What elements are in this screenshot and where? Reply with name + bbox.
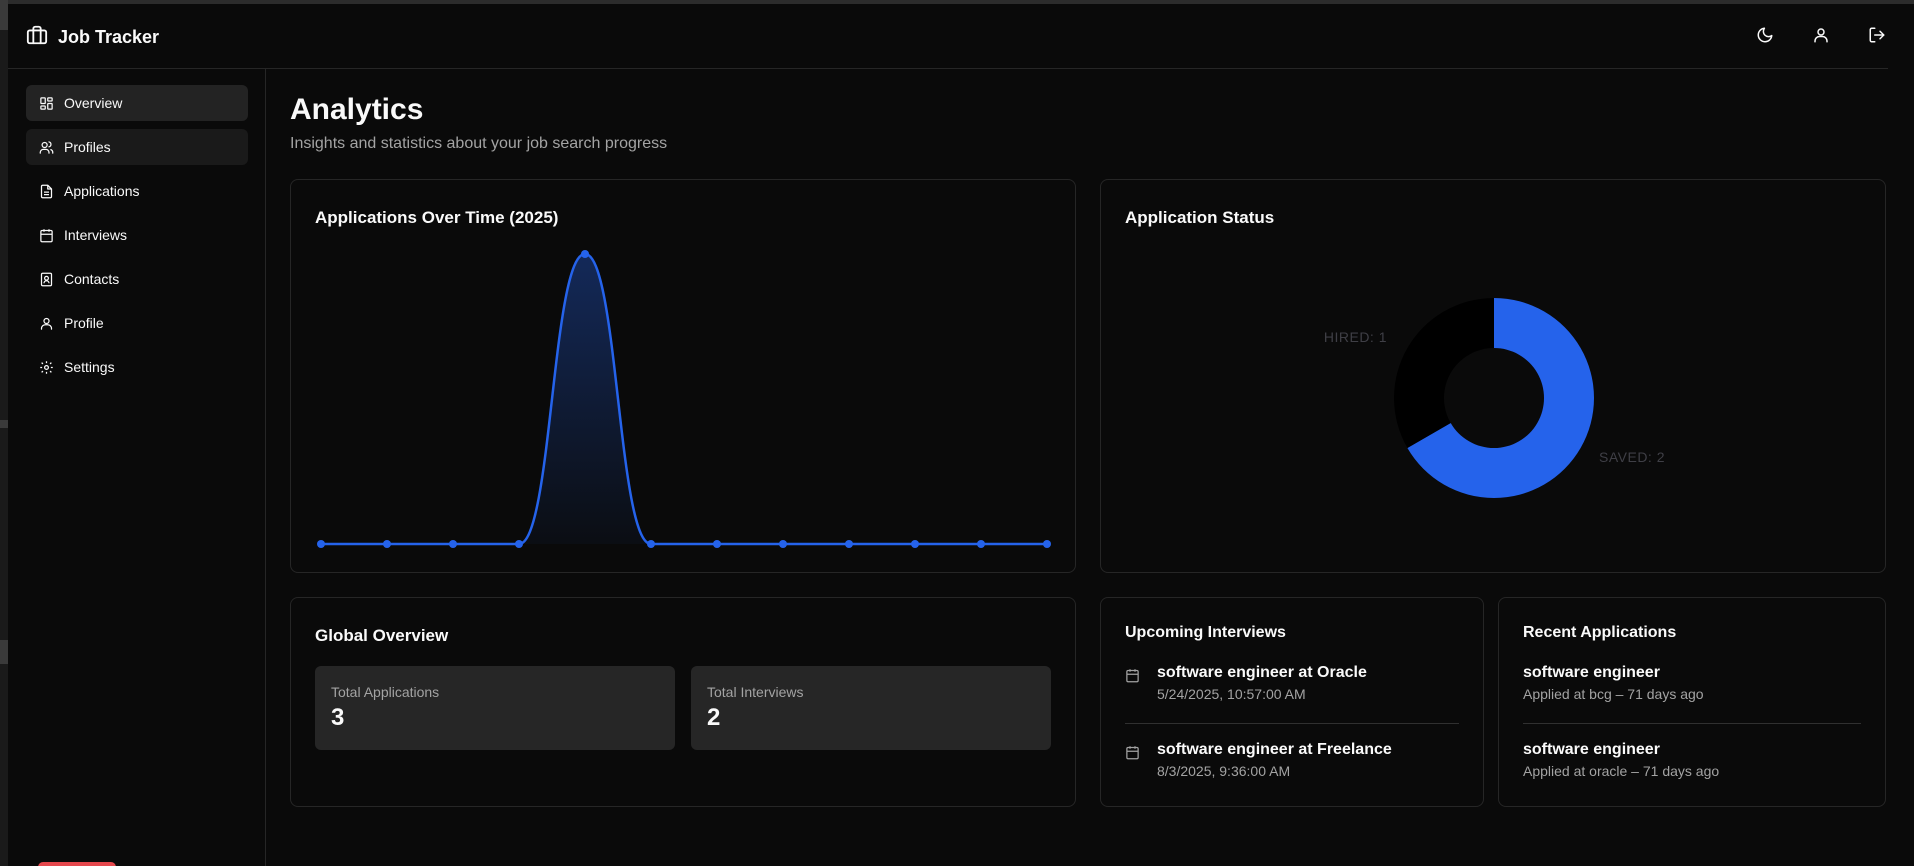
slice-label-hired: HIRED: 1 bbox=[1324, 329, 1387, 345]
data-point-5 bbox=[581, 250, 589, 258]
brand[interactable]: Job Tracker bbox=[26, 24, 159, 51]
card-title: Recent Applications bbox=[1523, 624, 1677, 641]
interview-datetime: 8/3/2025, 9:36:00 AM bbox=[1157, 763, 1291, 779]
sidebar-item-label: Overview bbox=[64, 95, 123, 111]
sidebar-item-label: Settings bbox=[64, 359, 115, 375]
logout-icon[interactable] bbox=[1866, 24, 1888, 46]
calendar-icon bbox=[38, 227, 54, 243]
data-point-1 bbox=[317, 540, 325, 548]
main-content: Analytics Insights and statistics about … bbox=[266, 69, 1888, 866]
sidebar-item-label: Profile bbox=[64, 315, 104, 331]
header-actions bbox=[1754, 24, 1888, 46]
calendar-icon bbox=[1125, 745, 1141, 761]
users-icon bbox=[38, 139, 54, 155]
pie-slice-hired bbox=[1394, 298, 1494, 448]
application-status-card: Application Status SAVED: 2 HIRED: 1 bbox=[1100, 179, 1886, 573]
upcoming-interviews-card: Upcoming Interviews software engineer at… bbox=[1100, 597, 1484, 807]
page-subtitle: Insights and statistics about your job s… bbox=[290, 135, 668, 152]
data-point-8 bbox=[779, 540, 787, 548]
app-title: Job Tracker bbox=[58, 27, 160, 47]
divider bbox=[1523, 723, 1861, 724]
sidebar-item-label: Contacts bbox=[64, 271, 120, 287]
slice-label-saved: SAVED: 2 bbox=[1599, 449, 1665, 465]
application-title: software engineer bbox=[1523, 741, 1660, 758]
application-status-chart: SAVED: 2 HIRED: 1 bbox=[1324, 298, 1665, 498]
file-text-icon bbox=[38, 183, 54, 199]
data-point-6 bbox=[647, 540, 655, 548]
card-title: Global Overview bbox=[315, 626, 449, 645]
data-point-7 bbox=[713, 540, 721, 548]
top-bar: Job Tracker bbox=[8, 4, 1888, 69]
interview-datetime: 5/24/2025, 10:57:00 AM bbox=[1157, 686, 1306, 702]
list-item[interactable]: software engineer at Freelance 8/3/2025,… bbox=[1125, 741, 1459, 801]
list-item[interactable]: software engineer at Oracle 5/24/2025, 1… bbox=[1125, 664, 1459, 724]
series-line bbox=[321, 252, 1048, 546]
app-window: Job Tracker Overview Profiles Applicatio… bbox=[8, 4, 1888, 866]
stat-value: 2 bbox=[707, 704, 721, 731]
sidebar: Overview Profiles Applications Interview… bbox=[8, 69, 266, 866]
sidebar-item-label: Applications bbox=[64, 183, 140, 199]
sidebar-item-interviews[interactable]: Interviews bbox=[26, 217, 248, 253]
total-interviews-stat: Total Interviews 2 bbox=[691, 666, 1051, 750]
sidebar-bottom-badge[interactable] bbox=[38, 862, 116, 866]
gear-icon bbox=[38, 359, 54, 375]
data-point-2 bbox=[383, 540, 391, 548]
application-title: software engineer bbox=[1523, 664, 1660, 681]
interview-title: software engineer at Oracle bbox=[1157, 664, 1367, 681]
user-icon[interactable] bbox=[1810, 24, 1832, 46]
interview-title: software engineer at Freelance bbox=[1157, 741, 1392, 758]
data-point-11 bbox=[977, 540, 985, 548]
contact-book-icon bbox=[38, 271, 54, 287]
area-fill bbox=[321, 254, 1047, 544]
data-point-10 bbox=[911, 540, 919, 548]
sidebar-nav: Overview Profiles Applications Interview… bbox=[26, 85, 248, 393]
applications-over-time-card: Applications Over Time (2025) bbox=[290, 179, 1076, 573]
recent-applications-card: Recent Applications software engineer Ap… bbox=[1498, 597, 1886, 807]
stat-label: Total Interviews bbox=[707, 684, 804, 700]
sidebar-item-label: Interviews bbox=[64, 227, 128, 243]
divider bbox=[1125, 723, 1459, 724]
theme-toggle-moon-icon[interactable] bbox=[1754, 24, 1776, 46]
calendar-icon bbox=[1125, 668, 1141, 684]
grid-icon bbox=[38, 95, 54, 111]
data-point-9 bbox=[845, 540, 853, 548]
briefcase-icon bbox=[26, 24, 48, 51]
stat-label: Total Applications bbox=[331, 684, 440, 700]
sidebar-item-contacts[interactable]: Contacts bbox=[26, 261, 248, 297]
data-point-12 bbox=[1043, 540, 1051, 548]
application-subtitle: Applied at oracle – 71 days ago bbox=[1523, 763, 1720, 779]
application-subtitle: Applied at bcg – 71 days ago bbox=[1523, 686, 1704, 702]
list-item[interactable]: software engineer Applied at bcg – 71 da… bbox=[1523, 664, 1861, 724]
user-icon bbox=[38, 315, 54, 331]
sidebar-item-profiles[interactable]: Profiles bbox=[26, 129, 248, 165]
sidebar-item-overview[interactable]: Overview bbox=[26, 85, 248, 121]
stat-value: 3 bbox=[331, 704, 345, 731]
data-point-3 bbox=[449, 540, 457, 548]
sidebar-item-label: Profiles bbox=[64, 139, 111, 155]
card-title: Upcoming Interviews bbox=[1125, 624, 1286, 641]
sidebar-item-settings[interactable]: Settings bbox=[26, 349, 248, 385]
sidebar-item-applications[interactable]: Applications bbox=[26, 173, 248, 209]
page-title: Analytics bbox=[290, 93, 424, 126]
data-point-4 bbox=[515, 540, 523, 548]
list-item[interactable]: software engineer Applied at oracle – 71… bbox=[1523, 741, 1861, 801]
applications-over-time-chart bbox=[317, 250, 1051, 548]
sidebar-item-profile[interactable]: Profile bbox=[26, 305, 248, 341]
global-overview-card: Global Overview Total Applications 3 Tot… bbox=[290, 597, 1076, 807]
total-applications-stat: Total Applications 3 bbox=[315, 666, 675, 750]
window-left-edge bbox=[0, 0, 8, 866]
